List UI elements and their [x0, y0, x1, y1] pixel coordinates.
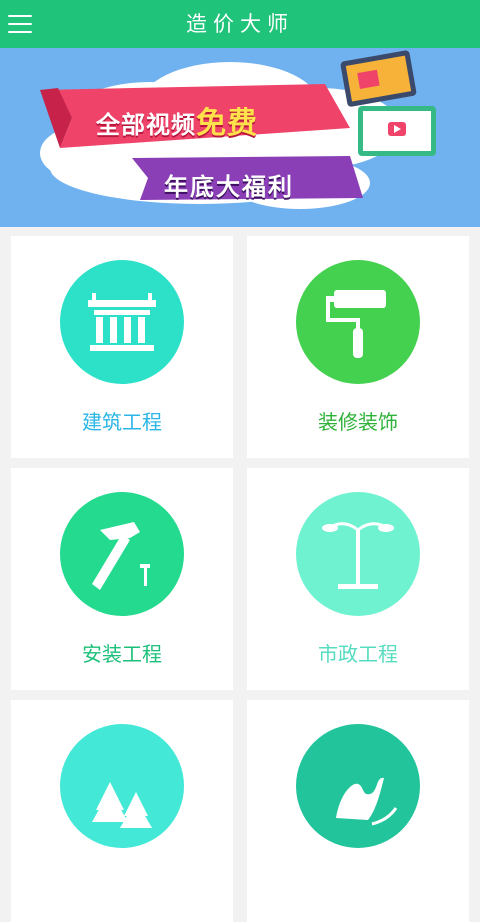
category-label: 安装工程	[82, 642, 162, 666]
category-card-building[interactable]: 建筑工程	[11, 236, 233, 458]
street-lamp-icon	[322, 522, 394, 589]
category-card-installation[interactable]: 安装工程	[11, 468, 233, 690]
category-card-garden[interactable]	[247, 700, 469, 922]
category-card-landscape[interactable]	[11, 700, 233, 922]
promo-banner[interactable]: 全部视频免费 年底大福利	[0, 48, 480, 227]
category-circle	[60, 492, 184, 616]
bridge-icon	[88, 293, 156, 351]
paint-roller-icon	[326, 290, 386, 358]
category-circle	[60, 724, 184, 848]
category-label: 市政工程	[318, 642, 398, 666]
mountain-icon	[336, 777, 398, 826]
page-title: 造价大师	[186, 12, 294, 36]
category-circle	[296, 260, 420, 384]
app-header: 造价大师	[0, 0, 480, 48]
category-card-municipal[interactable]: 市政工程	[247, 468, 469, 690]
category-circle	[296, 492, 420, 616]
trees-icon	[92, 782, 152, 828]
category-card-decoration[interactable]: 装修装饰	[247, 236, 469, 458]
category-circle	[60, 260, 184, 384]
banner-headline: 全部视频免费	[96, 106, 258, 141]
category-label: 装修装饰	[318, 410, 398, 434]
category-label: 建筑工程	[82, 410, 162, 434]
category-circle	[296, 724, 420, 848]
banner-subheadline: 年底大福利	[164, 173, 294, 201]
hammer-icon	[92, 522, 150, 590]
